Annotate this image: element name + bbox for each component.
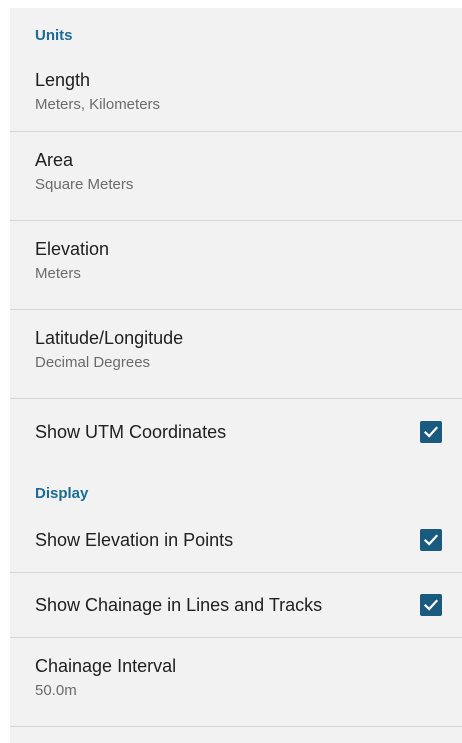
area-setting[interactable]: Area Square Meters: [10, 132, 462, 221]
length-setting[interactable]: Length Meters, Kilometers: [10, 52, 462, 132]
settings-panel: Units Length Meters, Kilometers Area Squ…: [10, 8, 462, 743]
show-elevation-in-points-setting[interactable]: Show Elevation in Points: [10, 508, 462, 573]
latitude-longitude-summary: Decimal Degrees: [35, 354, 151, 371]
show-elevation-in-points-title: Show Elevation in Points: [35, 530, 234, 550]
show-elevation-in-points-checkbox[interactable]: [420, 529, 442, 551]
chainage-interval-setting[interactable]: Chainage Interval 50.0m: [10, 638, 462, 727]
show-chainage-title: Show Chainage in Lines and Tracks: [35, 595, 323, 615]
area-title: Area: [35, 150, 74, 170]
display-section-header: Display: [35, 485, 89, 502]
show-utm-coordinates-checkbox[interactable]: [420, 420, 442, 443]
chainage-interval-title: Chainage Interval: [35, 656, 177, 676]
elevation-title: Elevation: [35, 239, 110, 259]
chainage-interval-summary: 50.0m: [35, 682, 77, 699]
show-chainage-setting[interactable]: Show Chainage in Lines and Tracks: [10, 573, 462, 638]
length-summary: Meters, Kilometers: [35, 96, 161, 113]
units-section-header: Units: [35, 27, 73, 44]
show-utm-coordinates-setting[interactable]: Show UTM Coordinates: [10, 399, 462, 464]
show-utm-coordinates-title: Show UTM Coordinates: [35, 421, 227, 442]
checkbox-checked-icon: [423, 425, 439, 438]
area-summary: Square Meters: [35, 176, 134, 193]
show-chainage-checkbox[interactable]: [420, 594, 442, 616]
latitude-longitude-setting[interactable]: Latitude/Longitude Decimal Degrees: [10, 310, 462, 399]
elevation-setting[interactable]: Elevation Meters: [10, 221, 462, 310]
latitude-longitude-title: Latitude/Longitude: [35, 328, 184, 348]
checkbox-checked-icon: [423, 599, 439, 611]
elevation-summary: Meters: [35, 265, 81, 282]
checkbox-checked-icon: [423, 534, 439, 546]
length-title: Length: [35, 70, 91, 90]
